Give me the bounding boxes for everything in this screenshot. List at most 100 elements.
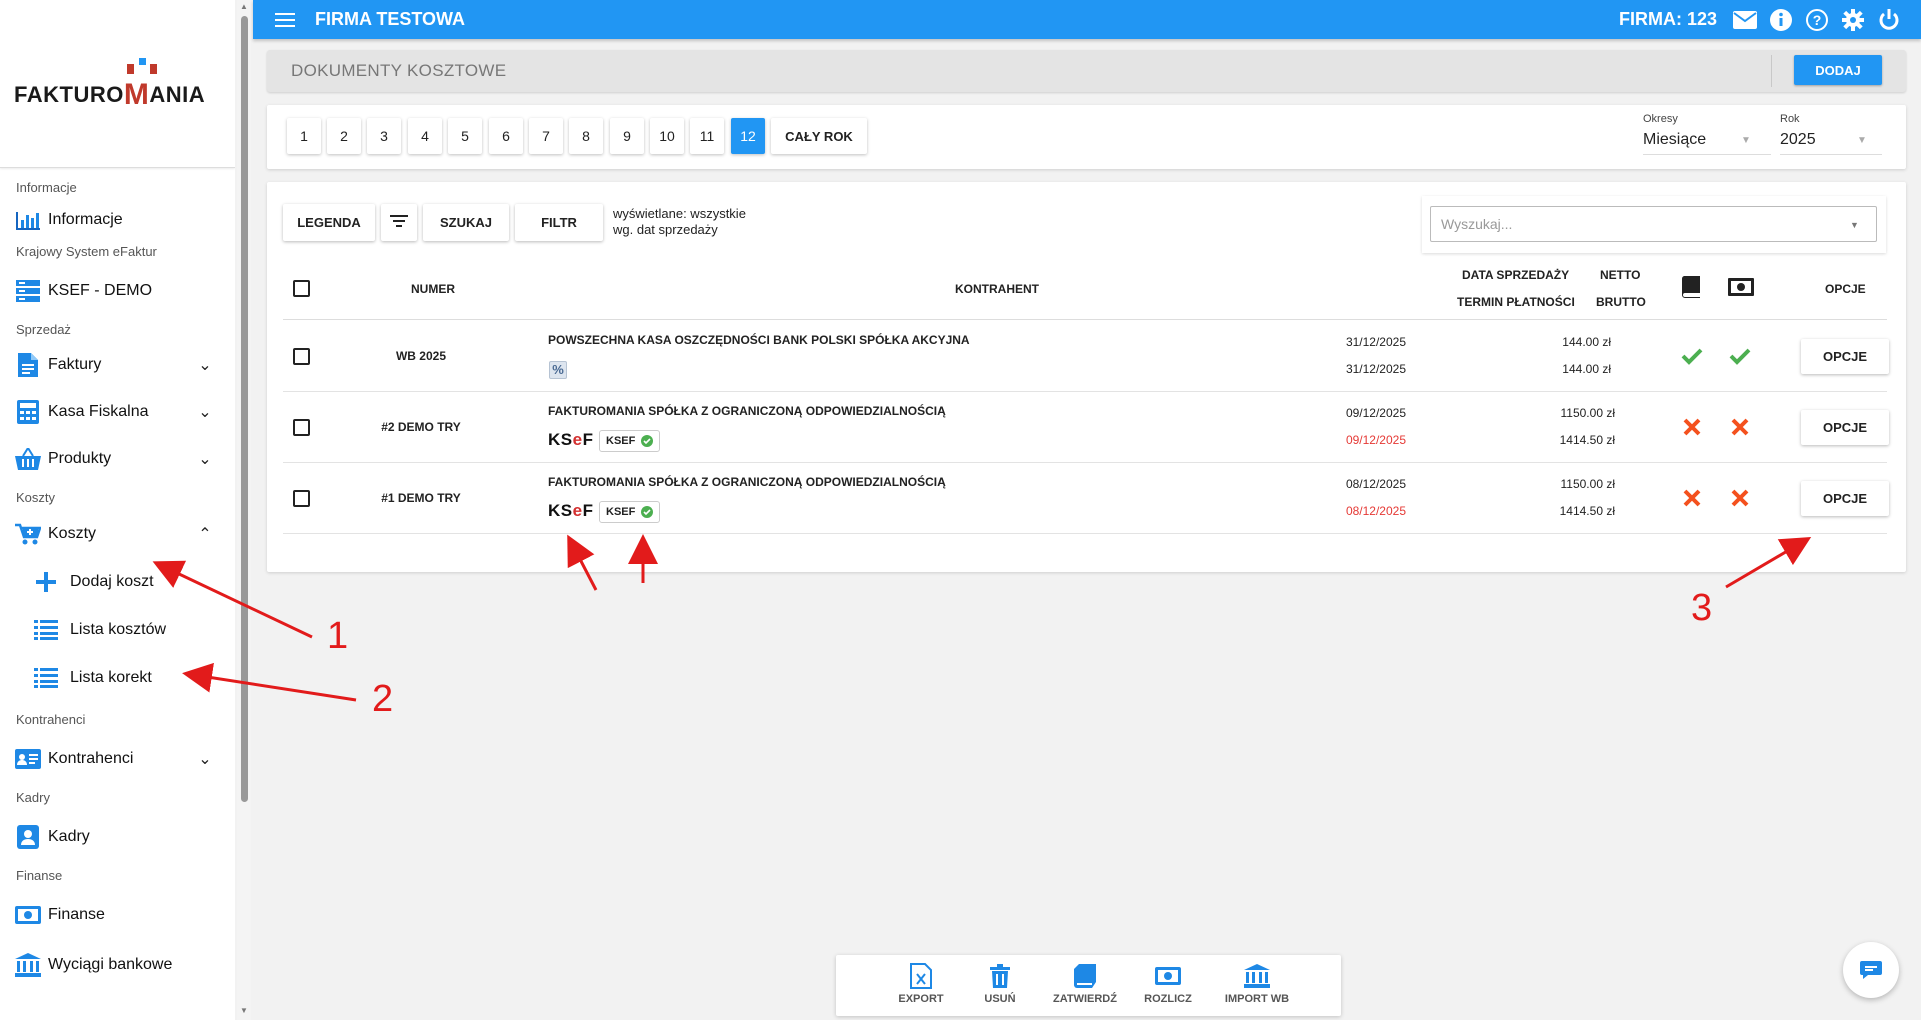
sidebar-item-label: Wyciągi bankowe [48,956,173,973]
sidebar-item-label: Produkty [48,450,112,467]
row-checkbox[interactable] [293,490,310,507]
info-icon[interactable] [1767,6,1795,34]
cost-documents-list: LEGENDA SZUKAJ FILTR wyświetlane: wszyst… [267,182,1906,572]
month-button-2[interactable]: 2 [327,118,361,154]
sale-date: 08/12/2025 [1345,477,1406,491]
mail-icon[interactable] [1731,6,1759,34]
filter-button[interactable]: FILTR [515,204,603,241]
sidebar-item-kadry[interactable]: Kadry [0,810,235,864]
month-button-8[interactable]: 8 [569,118,603,154]
chevron-down-icon[interactable]: ⌄ [195,355,215,375]
settings-gear-icon[interactable] [1839,6,1867,34]
month-button-9[interactable]: 9 [610,118,644,154]
delete-button[interactable]: USUŃ [960,963,1040,1005]
scroll-up-icon[interactable]: ▲ [239,2,249,11]
ksef-status-badge[interactable]: KSEF [599,501,661,523]
logo-mark-icon [127,58,157,74]
sidebar-item-faktury[interactable]: Faktury ⌄ [0,342,235,388]
help-icon[interactable]: ? [1803,6,1831,34]
filter-sort-button[interactable] [381,204,417,241]
row-checkbox[interactable] [293,419,310,436]
approve-button[interactable]: ZATWIERDŹ [1045,963,1125,1005]
sidebar-item-kasa-fiskalna[interactable]: Kasa Fiskalna ⌄ [0,388,235,436]
ksef-status-badge[interactable]: KSEF [599,430,661,452]
options-button[interactable]: OPCJE [1801,410,1889,445]
ksef-logo-e: e [572,430,583,449]
export-button[interactable]: EXPORT [881,963,961,1005]
power-icon[interactable] [1875,6,1903,34]
search-caret-icon[interactable]: ▼ [1850,220,1859,230]
add-button[interactable]: DODAJ [1794,55,1882,85]
sidebar-subitem-dodaj-koszt[interactable]: Dodaj koszt [0,558,235,606]
check-circle-icon [641,435,654,447]
row-checkbox[interactable] [293,348,310,365]
sidebar-item-informacje[interactable]: Informacje [0,200,235,240]
sidebar-item-ksef-demo[interactable]: KSEF - DEMO [0,264,235,318]
sidebar-item-kontrahenci[interactable]: Kontrahenci ⌄ [0,732,235,786]
chevron-down-icon[interactable]: ⌄ [195,749,215,769]
month-button-4[interactable]: 4 [408,118,442,154]
chat-button[interactable] [1843,942,1899,998]
month-button-3[interactable]: 3 [367,118,401,154]
import-wb-button[interactable]: IMPORT WB [1217,963,1297,1005]
table-row[interactable]: #2 DEMO TRY FAKTUROMANIA SPÓŁKA Z OGRANI… [283,392,1889,463]
gross-amount: 1414.50 zł [1559,433,1615,447]
legend-button[interactable]: LEGENDA [283,204,375,241]
sidebar-subitem-lista-korekt[interactable]: Lista korekt [0,654,235,702]
search-input[interactable]: Wyszukaj... [1430,206,1877,242]
period-select[interactable]: Miesiące [1643,131,1771,155]
ksef-badge-label: KSEF [606,506,636,518]
options-button[interactable]: OPCJE [1801,339,1889,374]
sidebar: FAKTUROMANIA Informacje Informacje Krajo… [0,0,235,1020]
chevron-down-icon[interactable]: ⌄ [195,402,215,422]
sidebar-scrollbar-thumb[interactable] [241,16,248,802]
sidebar-item-koszty[interactable]: Koszty ⌃ [0,510,235,558]
bar-chart-icon [14,206,42,234]
page-header: DOKUMENTY KOSZTOWE DODAJ [267,50,1906,92]
sidebar-item-wyciagi-bankowe[interactable]: Wyciągi bankowe [0,942,235,988]
search-button[interactable]: SZUKAJ [423,204,509,241]
section-label-koszty: Koszty [16,490,56,505]
table-row[interactable]: WB 2025 POWSZECHNA KASA OSZCZĘDNOŚCI BAN… [283,321,1889,392]
sidebar-item-produkty[interactable]: Produkty ⌄ [0,436,235,482]
chevron-up-icon[interactable]: ⌃ [195,524,215,544]
basket-icon [14,445,42,473]
document-number[interactable]: #1 DEMO TRY [341,491,501,505]
sidebar-item-finanse[interactable]: Finanse [0,888,235,942]
month-button-1[interactable]: 1 [287,118,321,154]
sidebar-item-label: KSEF - DEMO [48,282,153,299]
document-number[interactable]: WB 2025 [341,349,501,363]
trash-icon [990,964,1010,988]
whole-year-button[interactable]: CAŁY ROK [771,118,867,154]
table-row[interactable]: #1 DEMO TRY FAKTUROMANIA SPÓŁKA Z OGRANI… [283,463,1889,534]
sidebar-subitem-label: Lista kosztów [70,621,167,638]
banknote-icon [1728,278,1754,296]
menu-icon[interactable] [273,12,297,28]
sidebar-item-label: Informacje [48,211,123,228]
contractor-name: FAKTUROMANIA SPÓŁKA Z OGRANICZONĄ ODPOWI… [548,475,946,489]
month-button-10[interactable]: 10 [650,118,684,154]
table-header: NUMER KONTRAHENT DATA SPRZEDAŻY TERMIN P… [283,258,1887,320]
logo[interactable]: FAKTUROMANIA [14,76,206,111]
month-button-7[interactable]: 7 [529,118,563,154]
month-button-11[interactable]: 11 [690,118,724,154]
net-amount: 144.00 zł [1562,335,1611,349]
document-number[interactable]: #2 DEMO TRY [341,420,501,434]
person-badge-icon [14,823,42,851]
select-all-checkbox[interactable] [293,280,310,297]
sidebar-subitem-lista-kosztow[interactable]: Lista kosztów [0,606,235,654]
calculator-icon [14,398,42,426]
column-sale-date: DATA SPRZEDAŻY [1462,268,1570,282]
month-button-6[interactable]: 6 [489,118,523,154]
scroll-down-icon[interactable]: ▼ [239,1006,249,1015]
year-caret-icon: ▼ [1857,135,1867,146]
column-due-date: TERMIN PŁATNOŚCI [1457,295,1575,309]
company-id: FIRMA: 123 [1618,9,1717,29]
settle-button[interactable]: ROZLICZ [1128,963,1208,1005]
net-amount: 1150.00 zł [1560,406,1616,420]
chevron-down-icon[interactable]: ⌄ [195,449,215,469]
options-button[interactable]: OPCJE [1801,481,1889,516]
logo-text-right: ANIA [149,82,206,107]
month-button-12[interactable]: 12 [731,118,765,154]
month-button-5[interactable]: 5 [448,118,482,154]
